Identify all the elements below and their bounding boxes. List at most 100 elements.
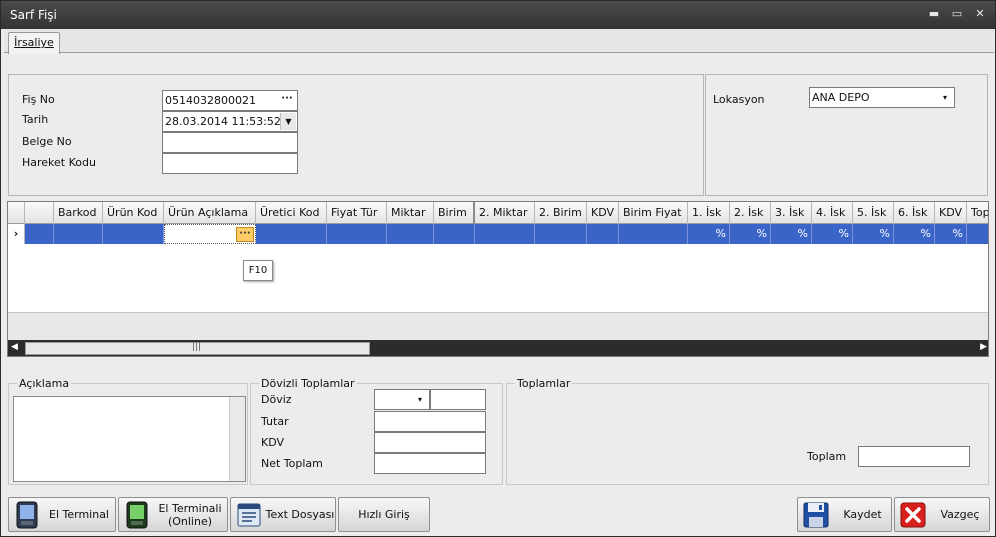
cell-3-isk[interactable]: % — [771, 224, 812, 244]
doviz-select[interactable]: ▾ — [374, 389, 430, 410]
toplamlar-legend: Toplamlar — [515, 377, 573, 390]
toplam-field[interactable] — [858, 446, 970, 467]
belge-no-field[interactable] — [162, 132, 298, 153]
kdv-field[interactable] — [374, 432, 486, 453]
hizli-giris-label: Hızlı Giriş — [358, 508, 410, 521]
urun-aciklama-ellipsis-button[interactable]: ··· — [236, 227, 254, 242]
cell-4-isk[interactable]: % — [812, 224, 853, 244]
doviz-dropdown-icon[interactable]: ▾ — [412, 391, 428, 408]
col-kdv-2[interactable]: KDV — [935, 202, 967, 224]
grid-footer — [8, 312, 988, 340]
net-toplam-field[interactable] — [374, 453, 486, 474]
col-birim[interactable]: Birim — [434, 202, 475, 224]
grid-row-selected[interactable]: › ··· % % % % % % % — [8, 224, 988, 244]
tarih-dropdown-icon[interactable]: ▼ — [280, 113, 296, 130]
col-uretici-kod[interactable]: Üretici Kod — [256, 202, 327, 224]
col-miktar[interactable]: Miktar — [387, 202, 434, 224]
tarih-field[interactable]: 28.03.2014 11:53:52 ▼ — [162, 111, 298, 132]
col-6-isk[interactable]: 6. İsk — [894, 202, 935, 224]
text-dosyasi-button[interactable]: Text Dosyası — [230, 497, 336, 532]
hareket-kodu-field[interactable] — [162, 153, 298, 174]
fis-no-field[interactable]: 0514032800021 ··· — [162, 90, 298, 111]
maximize-button[interactable]: ▭ — [949, 7, 965, 21]
close-button[interactable]: ✕ — [972, 7, 988, 21]
col-urun-kod[interactable]: Ürün Kod — [103, 202, 164, 224]
kdv-label: KDV — [261, 436, 285, 449]
col-fiyat-tur[interactable]: Fiyat Tür — [327, 202, 387, 224]
col-2-birim[interactable]: 2. Birim — [535, 202, 587, 224]
vazgec-button[interactable]: Vazgeç — [894, 497, 990, 532]
col-kdv[interactable]: KDV — [587, 202, 619, 224]
cell-birim-fiyat[interactable] — [619, 224, 688, 244]
el-terminali-online-label: El Terminali (Online) — [158, 501, 222, 528]
cell-barkod[interactable] — [54, 224, 103, 244]
cell-fiyat-tur[interactable] — [327, 224, 387, 244]
lokasyon-dropdown-icon[interactable]: ▾ — [937, 89, 953, 106]
fis-no-label: Fiş No — [22, 93, 55, 106]
col-urun-aciklama[interactable]: Ürün Açıklama — [164, 202, 256, 224]
text-file-icon — [237, 503, 261, 527]
grid-indicator-header — [25, 202, 54, 224]
el-terminal-button[interactable]: El Terminal — [8, 497, 116, 532]
col-birim-fiyat[interactable]: Birim Fiyat — [619, 202, 688, 224]
kaydet-label: Kaydet — [843, 508, 882, 521]
scroll-thumb[interactable]: ||| — [25, 342, 370, 355]
tab-strip: İrsaliye — [4, 29, 994, 54]
col-2-miktar[interactable]: 2. Miktar — [475, 202, 535, 224]
lokasyon-value: ANA DEPO — [812, 91, 870, 104]
lokasyon-select[interactable]: ANA DEPO ▾ — [809, 87, 955, 108]
cell-5-isk[interactable]: % — [853, 224, 894, 244]
cell-birim[interactable] — [434, 224, 475, 244]
col-4-isk[interactable]: 4. İsk — [812, 202, 853, 224]
aciklama-legend: Açıklama — [17, 377, 72, 390]
grid-header: Barkod Ürün Kod Ürün Açıklama Üretici Ko… — [8, 202, 988, 224]
cell-kdv[interactable] — [587, 224, 619, 244]
cell-2-birim[interactable] — [535, 224, 587, 244]
hizli-giris-button[interactable]: Hızlı Giriş — [338, 497, 430, 532]
cell-6-isk[interactable]: % — [894, 224, 935, 244]
toplam-label: Toplam — [807, 450, 847, 463]
col-1-isk[interactable]: 1. İsk — [688, 202, 730, 224]
col-3-isk[interactable]: 3. İsk — [771, 202, 812, 224]
scroll-right-icon[interactable]: ▶ — [980, 342, 987, 352]
title-bar[interactable]: Sarf Fişi ▬ ▭ ✕ — [1, 1, 995, 29]
aciklama-vertical-scrollbar[interactable] — [229, 397, 245, 481]
items-grid[interactable]: Barkod Ürün Kod Ürün Açıklama Üretici Ko… — [7, 201, 989, 357]
col-top[interactable]: Top — [967, 202, 988, 224]
tarih-label: Tarih — [22, 113, 49, 126]
dovizli-legend: Dövizli Toplamlar — [259, 377, 357, 390]
tarih-value: 28.03.2014 11:53:52 — [165, 115, 281, 128]
scroll-left-icon[interactable]: ◀ — [11, 342, 18, 352]
aciklama-textarea[interactable] — [13, 396, 246, 482]
cell-indicator-blank — [25, 224, 54, 244]
tutar-field[interactable] — [374, 411, 486, 432]
cancel-x-icon — [900, 502, 926, 528]
doviz-rate-field[interactable] — [430, 389, 486, 410]
cell-kdv-2[interactable]: % — [935, 224, 967, 244]
cell-uretici-kod[interactable] — [256, 224, 327, 244]
header-panel: Fiş No 0514032800021 ··· Tarih 28.03.201… — [8, 74, 704, 196]
cell-top[interactable] — [967, 224, 988, 244]
vazgec-label: Vazgeç — [940, 508, 980, 521]
cell-urun-kod[interactable] — [103, 224, 164, 244]
cell-2-miktar[interactable] — [475, 224, 535, 244]
el-terminali-online-button[interactable]: El Terminali (Online) — [118, 497, 228, 532]
shortcut-tooltip: F10 — [243, 260, 273, 281]
col-5-isk[interactable]: 5. İsk — [853, 202, 894, 224]
aciklama-group: Açıklama — [8, 377, 248, 485]
col-2-isk[interactable]: 2. İsk — [730, 202, 771, 224]
belge-no-label: Belge No — [22, 135, 72, 148]
net-toplam-label: Net Toplam — [261, 457, 323, 470]
cell-urun-aciklama-editor[interactable]: ··· — [164, 224, 256, 244]
cell-miktar[interactable] — [387, 224, 434, 244]
cell-1-isk[interactable]: % — [688, 224, 730, 244]
grid-horizontal-scrollbar[interactable]: ◀ ||| ▶ — [8, 340, 988, 356]
tab-irsaliye[interactable]: İrsaliye — [8, 32, 60, 54]
lokasyon-label: Lokasyon — [713, 93, 765, 106]
col-barkod[interactable]: Barkod — [54, 202, 103, 224]
cell-2-isk[interactable]: % — [730, 224, 771, 244]
row-indicator: › — [8, 224, 25, 244]
kaydet-button[interactable]: Kaydet — [797, 497, 892, 532]
minimize-button[interactable]: ▬ — [926, 7, 942, 21]
fis-no-ellipsis-button[interactable]: ··· — [278, 92, 296, 109]
